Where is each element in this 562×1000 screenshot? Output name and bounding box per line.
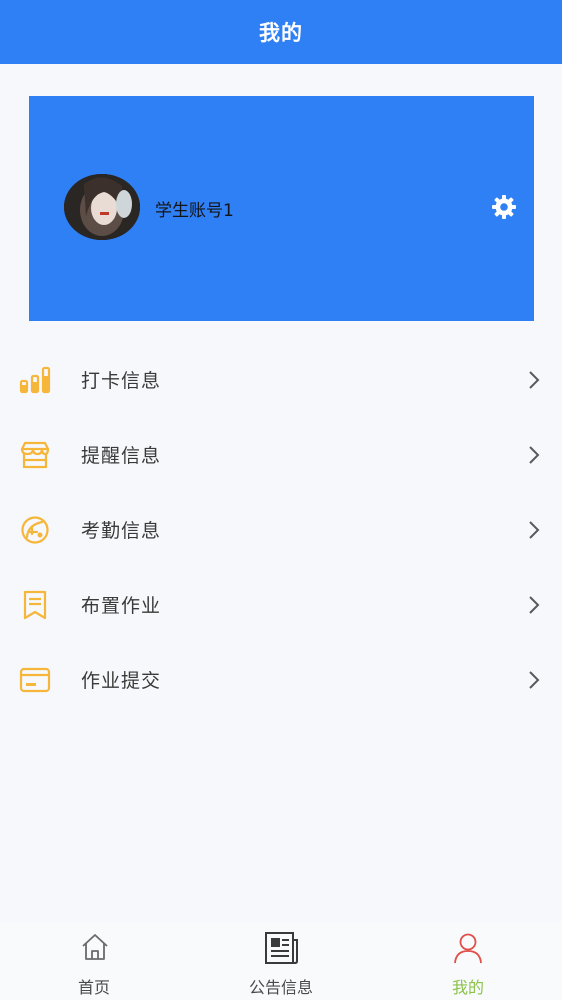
menu-list: 打卡信息 提醒信息 考勤信息 布置作业 作业提交	[0, 342, 562, 717]
gear-icon[interactable]	[491, 194, 517, 220]
page-title: 我的	[259, 21, 303, 45]
nav-home[interactable]: 首页	[24, 922, 164, 1000]
newspaper-icon	[263, 930, 299, 970]
chevron-right-icon	[526, 519, 542, 541]
menu-item-attendance[interactable]: 考勤信息	[0, 492, 562, 567]
card-icon	[18, 665, 52, 695]
bottom-nav: 首页 公告信息 我的	[0, 922, 562, 1000]
chevron-right-icon	[526, 594, 542, 616]
menu-item-label: 考勤信息	[81, 520, 162, 542]
nav-mine-label: 我的	[451, 978, 484, 997]
menu-item-label: 作业提交	[81, 670, 162, 692]
username: 学生账号1	[155, 201, 234, 221]
chevron-right-icon	[526, 669, 542, 691]
bookmark-doc-icon	[18, 590, 52, 620]
profile-card: 学生账号1	[29, 96, 534, 321]
nav-mine[interactable]: 我的	[398, 922, 538, 1000]
menu-item-assign-homework[interactable]: 布置作业	[0, 567, 562, 642]
user-icon	[453, 932, 483, 968]
nav-home-label: 首页	[77, 978, 110, 997]
nav-notice[interactable]: 公告信息	[211, 922, 351, 1000]
menu-item-label: 提醒信息	[81, 445, 162, 467]
menu-item-label: 布置作业	[81, 595, 162, 617]
nav-notice-label: 公告信息	[248, 978, 313, 997]
app-screen: 我的 学生账号1 打卡信息 提醒信息 考勤信息 布置作业 作业提交 首页 公告信…	[0, 0, 562, 1000]
avatar[interactable]	[64, 174, 140, 240]
home-icon	[80, 932, 110, 966]
top-header: 我的	[0, 0, 562, 64]
menu-item-label: 打卡信息	[81, 370, 162, 392]
leaf-badge-icon	[18, 515, 52, 545]
chevron-right-icon	[526, 444, 542, 466]
menu-item-checkin[interactable]: 打卡信息	[0, 342, 562, 417]
store-icon	[18, 440, 52, 470]
menu-item-reminder[interactable]: 提醒信息	[0, 417, 562, 492]
menu-item-submit-homework[interactable]: 作业提交	[0, 642, 562, 717]
chevron-right-icon	[526, 369, 542, 391]
bar-chart-icon	[18, 365, 52, 395]
